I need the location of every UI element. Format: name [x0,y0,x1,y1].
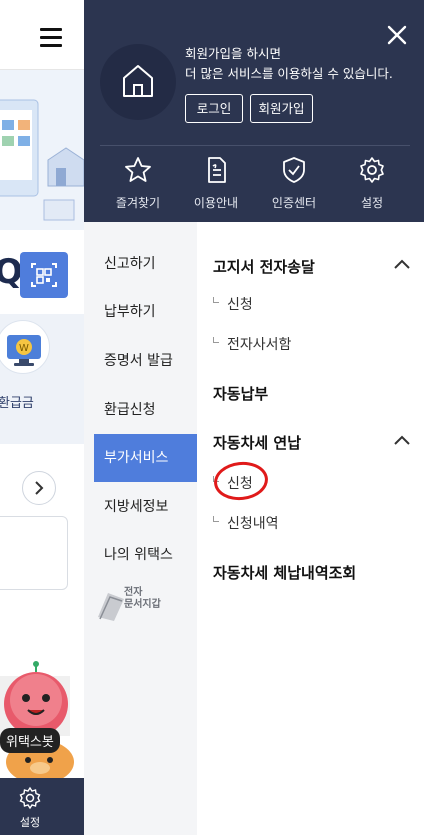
welcome-line-2: 더 많은 서비스를 이용하실 수 있습니다. [185,66,393,81]
qr-scan-button[interactable] [20,252,68,298]
gear-icon [19,786,41,810]
menu-item-certificate[interactable]: 증명서 발급 [94,337,197,385]
quick-settings-label: 설정 [360,196,384,210]
svg-text:W: W [19,343,29,354]
welcome-message: 회원가입을 하시면 더 많은 서비스를 이용하실 수 있습니다. [185,44,393,84]
background-topbar [0,0,84,70]
quick-settings[interactable]: 설정 [335,152,409,212]
star-icon [125,157,151,182]
doc-wallet-line-1: 전자 [124,587,143,598]
submenu-item-e-mailbox[interactable]: 전자사서함 [213,334,291,354]
signup-button[interactable]: 회원가입 [250,94,313,123]
drawer-header: 회원가입을 하시면 더 많은 서비스를 이용하실 수 있습니다. 로그인 회원가… [84,0,424,222]
quick-favorites[interactable]: 즐겨찾기 [101,152,175,212]
next-arrow-button[interactable] [22,471,56,505]
chevron-right-icon [35,481,44,495]
submenu-car-tax-annual[interactable]: 자동차세 연납 [213,432,301,453]
quick-guide[interactable]: 이용안내 [179,152,253,212]
gear-icon [360,157,384,183]
chatbot-mascot-icon [0,661,74,784]
footer-settings-label: 설정 [19,816,41,829]
chatbot-mascot[interactable] [0,660,84,784]
header-divider [100,145,410,146]
menu-item-local-tax-info[interactable]: 지방세정보 [94,483,197,531]
e-document-wallet-text: 전자 문서지갑 [124,587,161,611]
submenu-car-tax-arrears-lookup[interactable]: 자동차세 체납내역조회 [213,562,356,583]
refund-monitor-icon: W [0,320,50,374]
background-page: Q W 환급금 위택스봇 설정 [0,0,84,835]
quick-cert-center[interactable]: 인증센터 [257,152,331,212]
background-footer-settings[interactable]: 설정 [0,778,84,835]
submenu-auto-payment[interactable]: 자동납부 [213,383,268,404]
banner-illustration-icon [0,99,84,221]
menu-item-refund[interactable]: 환급신청 [94,386,197,434]
refund-label: 환급금 [0,396,34,411]
menu-item-additional-services[interactable]: 부가서비스 [94,434,197,482]
document-wallet-icon [98,593,124,621]
side-drawer: 회원가입을 하시면 더 많은 서비스를 이용하실 수 있습니다. 로그인 회원가… [84,0,424,835]
red-annotation-circle [212,459,270,503]
submenu-e-bill-delivery[interactable]: 고지서 전자송달 [213,256,315,277]
category-menu: 신고하기 납부하기 증명서 발급 환급신청 부가서비스 지방세정보 나의 위택스… [84,222,197,835]
menu-item-payment[interactable]: 납부하기 [94,288,197,336]
background-banner [0,70,84,230]
home-icon [123,65,153,97]
login-button[interactable]: 로그인 [185,94,243,123]
welcome-line-1: 회원가입을 하시면 [185,46,281,61]
chatbot-label: 위택스봇 [0,728,60,753]
submenu-item-car-tax-history[interactable]: 신청내역 [213,513,279,533]
submenu-item-e-bill-apply[interactable]: 신청 [213,294,253,314]
background-input-box[interactable] [0,516,68,590]
chevron-up-icon[interactable] [393,258,411,270]
hamburger-menu-icon[interactable] [40,28,62,47]
menu-item-report[interactable]: 신고하기 [94,240,197,288]
qr-scan-icon [31,263,57,287]
doc-wallet-line-2: 문서지갑 [124,599,161,610]
document-icon [208,157,226,183]
submenu-panel: 고지서 전자송달 신청 전자사서함 자동납부 자동차세 연납 신청 신청내역 자… [197,222,424,835]
e-document-wallet-logo[interactable]: 전자 문서지갑 [96,587,186,627]
menu-item-my-wetax[interactable]: 나의 위택스 [94,531,197,579]
quick-guide-label: 이용안내 [193,196,239,210]
home-button[interactable] [100,44,176,120]
quick-favorites-label: 즐겨찾기 [115,196,161,210]
quick-cert-center-label: 인증센터 [271,196,317,210]
chevron-up-icon[interactable] [393,434,411,446]
shield-check-icon [283,157,305,183]
